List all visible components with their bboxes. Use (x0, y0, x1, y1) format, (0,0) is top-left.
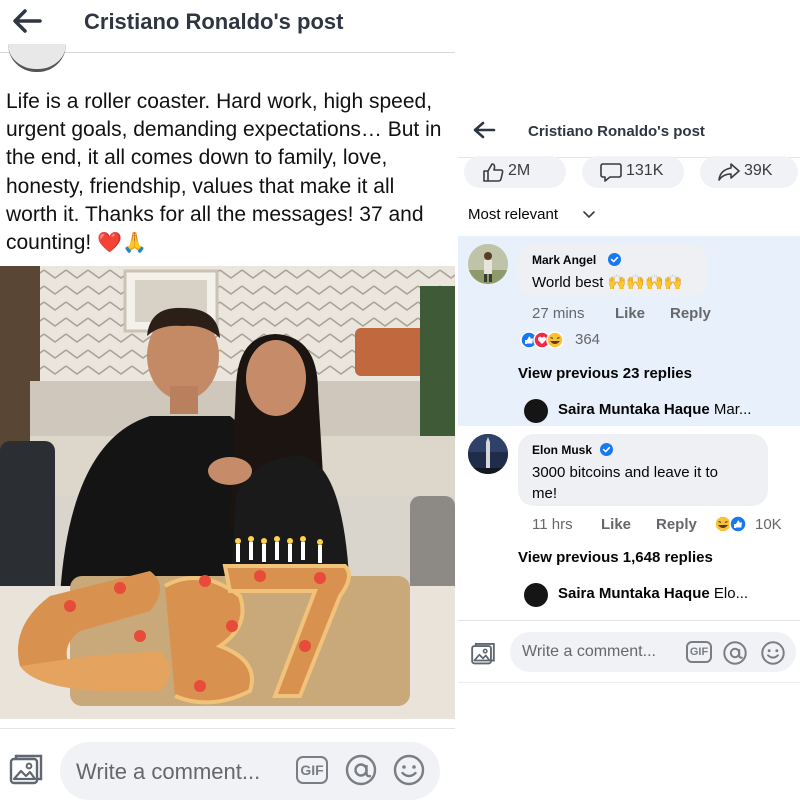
comment-time: 27 mins (532, 305, 585, 322)
reaction-icons[interactable] (520, 331, 570, 349)
share-arrow-icon (718, 163, 740, 181)
comment-count: 131K (626, 162, 664, 179)
author-avatar[interactable] (8, 44, 66, 72)
left-post-view: Cristiano Ronaldo's post Life is a rolle… (0, 0, 455, 800)
avatar (524, 399, 548, 423)
haha-reaction-icon (714, 515, 732, 533)
like-link[interactable]: Like (601, 516, 631, 533)
comment-count-button[interactable]: 131K (582, 156, 684, 188)
reply-author: Saira Muntaka Haque (558, 585, 710, 602)
post-caption: Life is a roller coaster. Hard work, hig… (6, 88, 451, 257)
comment-text: 3000 bitcoins and leave it to me! (532, 462, 718, 504)
back-arrow-icon[interactable] (10, 6, 44, 36)
share-count: 39K (744, 162, 773, 179)
comment-author[interactable]: Mark Angel (532, 253, 596, 267)
reply-snippet: Elo... (713, 585, 749, 602)
reaction-count[interactable]: 10K (755, 516, 782, 533)
gif-button[interactable]: GIF (296, 756, 328, 784)
avatar[interactable] (468, 434, 508, 474)
latest-reply-preview[interactable]: Saira Muntaka Haque Mar... (524, 399, 794, 423)
reply-snippet: Mar... (713, 401, 752, 418)
like-count-button[interactable]: 2M (464, 156, 566, 188)
post-header: Cristiano Ronaldo's post (0, 0, 455, 48)
comment-text-line-2: me! (532, 485, 558, 502)
comments-header: Cristiano Ronaldo's post (458, 108, 800, 156)
reaction-count[interactable]: 364 (575, 331, 600, 348)
reply-link[interactable]: Reply (670, 305, 711, 322)
view-previous-replies-link[interactable]: View previous 23 replies (518, 365, 692, 382)
reply-link[interactable]: Reply (656, 516, 697, 533)
page-title: Cristiano Ronaldo's post (84, 9, 344, 34)
elon-musk-avatar-image (468, 434, 508, 474)
comment-input-placeholder: Write a comment... (76, 759, 261, 784)
gif-button[interactable]: GIF (686, 641, 712, 663)
reaction-icons[interactable] (714, 515, 750, 533)
chevron-down-icon[interactable] (582, 210, 596, 220)
comment-bubble[interactable]: Mark Angel World best 🙌🙌🙌🙌 (518, 244, 708, 296)
verified-badge-icon (600, 443, 613, 456)
view-previous-replies-link[interactable]: View previous 1,648 replies (518, 549, 713, 566)
thumbs-up-icon (483, 163, 504, 182)
comment-input[interactable]: Write a comment... GIF (510, 632, 796, 672)
sort-dropdown[interactable]: Most relevant (468, 206, 558, 223)
bottom-divider (458, 682, 800, 683)
post-caption-text: Life is a roller coaster. Hard work, hig… (6, 90, 442, 255)
haha-reaction-icon (546, 331, 564, 349)
like-count: 2M (508, 162, 531, 179)
post-photo[interactable] (0, 266, 455, 719)
emoji-icon[interactable] (392, 753, 426, 787)
composer-divider (0, 728, 455, 729)
verified-badge-icon (608, 253, 621, 266)
avatar (524, 583, 548, 607)
back-arrow-icon[interactable] (472, 120, 496, 140)
header-divider (0, 52, 455, 53)
reply-author: Saira Muntaka Haque (558, 401, 710, 418)
post-caption-emojis: ❤️🙏 (97, 232, 147, 255)
comment-bubble[interactable]: Elon Musk 3000 bitcoins and leave it to … (518, 434, 768, 506)
comment-time: 11 hrs (532, 516, 573, 533)
latest-reply-preview[interactable]: Saira Muntaka Haque Elo... (524, 583, 794, 607)
photo-gallery-icon[interactable] (8, 752, 44, 788)
avatar[interactable] (468, 244, 508, 284)
comment-input-placeholder: Write a comment... (522, 643, 656, 660)
mark-angel-avatar-image (468, 244, 508, 284)
birthday-photo-illustration (0, 266, 455, 719)
photo-gallery-icon[interactable] (470, 641, 496, 667)
comment-author[interactable]: Elon Musk (532, 443, 592, 457)
comment-input[interactable]: Write a comment... GIF (60, 742, 440, 800)
post-stats-row: 2M 131K 39K (458, 156, 800, 191)
share-count-button[interactable]: 39K (700, 156, 798, 188)
like-link[interactable]: Like (615, 305, 645, 322)
comment-text-line-1: 3000 bitcoins and leave it to (532, 464, 718, 481)
mention-icon[interactable] (344, 753, 378, 787)
emoji-icon[interactable] (760, 640, 786, 666)
page-title: Cristiano Ronaldo's post (528, 123, 705, 140)
comment-text: World best 🙌🙌🙌🙌 (532, 274, 683, 291)
comment-bubble-icon (600, 163, 622, 182)
composer-divider (458, 620, 800, 621)
right-comments-view: Cristiano Ronaldo's post 2M 131K 39K Mos… (458, 0, 800, 800)
mention-icon[interactable] (722, 640, 748, 666)
